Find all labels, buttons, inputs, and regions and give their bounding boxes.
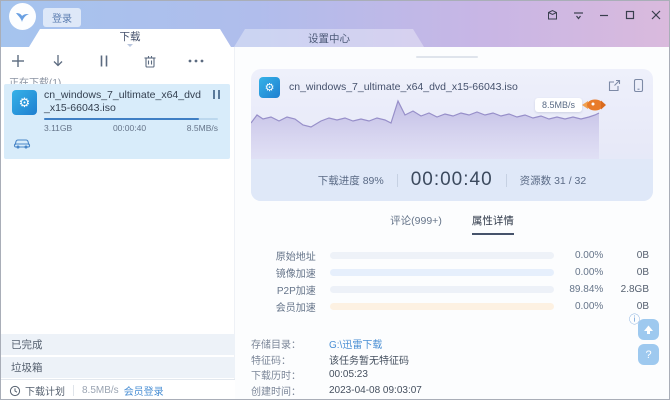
- task-file-name: cn_windows_7_ultimate_x64_dvd_x15-66043.…: [44, 89, 202, 115]
- close-button[interactable]: [647, 6, 665, 24]
- help-button[interactable]: ?: [638, 344, 659, 365]
- iso-file-icon: ⚙: [12, 90, 37, 115]
- footer-divider: [73, 385, 74, 396]
- tab-download-label: 下载: [120, 29, 141, 44]
- scroll-top-button[interactable]: [638, 319, 659, 340]
- task-progress-fill: [44, 118, 199, 120]
- login-button[interactable]: 登录: [43, 8, 81, 27]
- resources-stat: 资源数 31 / 32: [520, 173, 587, 188]
- speed-trial-car-icon[interactable]: [13, 137, 31, 152]
- accel-row-member: 会员加速 0.00% 0B: [251, 298, 649, 315]
- property-detail-list: 存储目录： G:\迅雷下载 特征码： 该任务暂无特征码 下载历时： 00:05:…: [251, 336, 653, 398]
- maximize-button[interactable]: [621, 6, 639, 24]
- detail-row-duration: 下载历时： 00:05:23: [251, 367, 653, 383]
- skin-icon[interactable]: [543, 6, 561, 24]
- task-size: 3.11GB: [44, 123, 72, 133]
- accel-row-mirror: 镜像加速 0.00% 0B: [251, 264, 649, 281]
- trash-label: 垃圾箱: [11, 360, 43, 375]
- task-stats-bar: 下载进度 89% 00:00:40 资源数 31 / 32: [251, 159, 653, 201]
- app-window: 登录 下载: [0, 0, 670, 400]
- download-plan-button[interactable]: 下载计划: [25, 383, 65, 398]
- collapse-handle[interactable]: [416, 56, 478, 58]
- minimize-button[interactable]: [595, 6, 613, 24]
- delete-task-button[interactable]: [127, 54, 173, 68]
- send-to-phone-icon[interactable]: [632, 78, 645, 96]
- download-task-item[interactable]: ⚙ cn_windows_7_ultimate_x64_dvd_x15-6604…: [4, 84, 230, 159]
- detail-row-signature: 特征码： 该任务暂无特征码: [251, 352, 653, 368]
- sidebar-item-trash[interactable]: 垃圾箱: [1, 357, 235, 378]
- elapsed-time: 00:00:40: [411, 169, 493, 191]
- tab-settings-label: 设置中心: [308, 31, 350, 46]
- more-actions-button[interactable]: [173, 59, 219, 63]
- start-all-button[interactable]: [35, 54, 81, 68]
- pause-all-button[interactable]: [81, 54, 127, 68]
- sidebar: 正在下载(1) ⚙ cn_windows_7_ultimate_x64_dvd_…: [1, 47, 235, 400]
- acceleration-list: 原始地址 0.00% 0B 镜像加速 0.00% 0B P2P加速 89.84%…: [251, 247, 649, 315]
- task-speed: 8.5MB/s: [187, 123, 218, 133]
- add-task-button[interactable]: [1, 54, 35, 68]
- accel-bar: [330, 252, 555, 259]
- accel-bar: [330, 303, 555, 310]
- tab-comments[interactable]: 评论(999+): [390, 213, 442, 235]
- detail-row-directory: 存储目录： G:\迅雷下载: [251, 336, 653, 352]
- detail-row-created: 创建时间： 2023-04-08 09:03:07: [251, 383, 653, 399]
- task-toolbar: [1, 49, 235, 73]
- accel-row-p2p: P2P加速 89.84% 2.8GB: [251, 281, 649, 298]
- open-folder-icon[interactable]: [607, 78, 622, 96]
- tab-settings-center[interactable]: 设置中心: [234, 29, 424, 47]
- bird-logo-icon: [14, 8, 31, 25]
- accel-row-origin: 原始地址 0.00% 0B: [251, 247, 649, 264]
- accel-bar: [330, 269, 555, 276]
- detail-tabs: 评论(999+) 属性详情: [251, 213, 653, 235]
- tab-property-details[interactable]: 属性详情: [472, 213, 514, 235]
- storage-directory-link[interactable]: G:\迅雷下载: [329, 336, 382, 351]
- speed-tooltip: 8.5MB/s: [535, 98, 582, 112]
- iso-file-icon: ⚙: [259, 77, 280, 98]
- main-panel: ⚙ cn_windows_7_ultimate_x64_dvd_x15-6604…: [235, 47, 670, 400]
- completed-label: 已完成: [11, 337, 43, 352]
- detail-file-name: cn_windows_7_ultimate_x64_dvd_x15-66043.…: [289, 81, 597, 93]
- global-speed-text: 8.5MB/s: [82, 385, 119, 396]
- progress-stat: 下载进度 89%: [318, 173, 384, 188]
- task-progress-bar: [44, 118, 218, 120]
- clock-icon: [9, 385, 21, 397]
- sidebar-item-completed[interactable]: 已完成: [1, 334, 235, 355]
- sidebar-footer: 下载计划 8.5MB/s 会员登录: [1, 379, 235, 400]
- tab-download[interactable]: 下载: [29, 29, 231, 47]
- task-elapsed: 00:00:40: [113, 123, 146, 133]
- pause-task-button[interactable]: [213, 90, 220, 99]
- app-logo[interactable]: [9, 3, 36, 30]
- accel-bar: [330, 286, 555, 293]
- rocket-icon: [581, 97, 607, 116]
- task-detail-card: ⚙ cn_windows_7_ultimate_x64_dvd_x15-6604…: [251, 69, 653, 201]
- task-stats: 3.11GB 00:00:40 8.5MB/s: [44, 123, 218, 133]
- member-login-link[interactable]: 会员登录: [124, 383, 164, 398]
- titlebar: 登录 下载: [1, 1, 670, 47]
- dropdown-menu-icon[interactable]: [569, 6, 587, 24]
